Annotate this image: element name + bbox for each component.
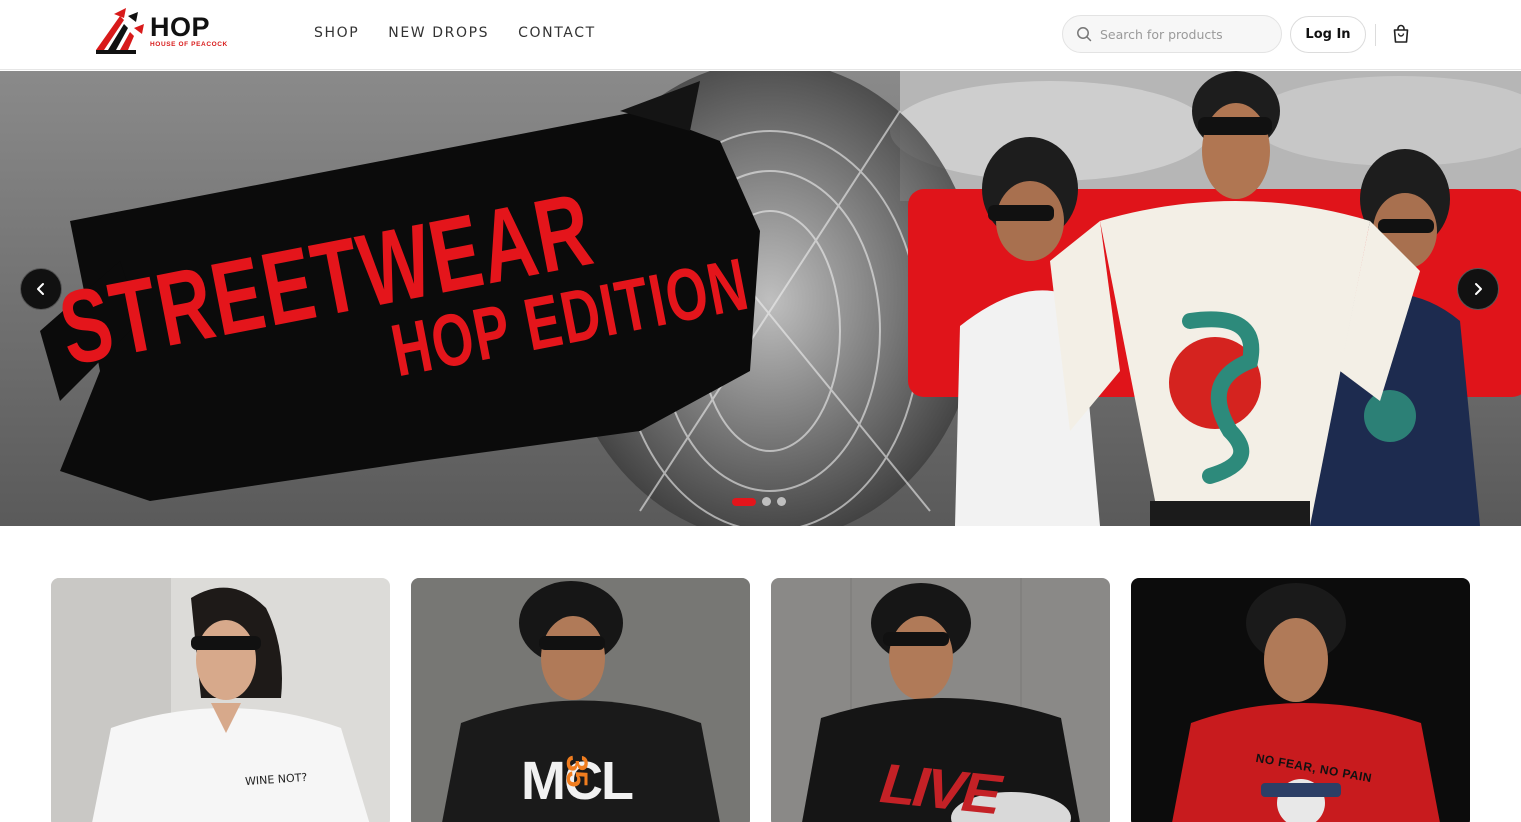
carousel-indicators: [732, 497, 786, 506]
product-grid: WINE NOT? MCL 35 LIVE NO FEAR, NO PAIN: [0, 526, 1521, 822]
product-image: [1131, 578, 1470, 822]
product-print-number: 35: [560, 755, 593, 787]
carousel-dot-2[interactable]: [762, 497, 771, 506]
search-icon: [1077, 27, 1092, 42]
brand-logo[interactable]: HOP HOUSE OF PEACOCK: [94, 6, 254, 56]
brand-tagline: HOUSE OF PEACOCK: [150, 41, 228, 48]
nav-shop[interactable]: SHOP: [314, 25, 359, 41]
carousel-dot-1[interactable]: [732, 497, 756, 506]
main-nav: SHOP NEW DROPS CONTACT: [314, 25, 596, 41]
search-box[interactable]: [1062, 15, 1282, 53]
chevron-left-icon: [37, 283, 44, 295]
peacock-logo-icon: [96, 8, 144, 54]
brand-name: HOP: [150, 12, 211, 42]
hero-banner-image: [0, 71, 1521, 526]
nav-contact[interactable]: CONTACT: [518, 25, 596, 41]
hero-carousel: STREETWEAR HOP EDITION: [0, 71, 1521, 526]
header-divider: [1375, 24, 1376, 46]
carousel-prev-button[interactable]: [20, 268, 62, 310]
carousel-next-button[interactable]: [1457, 268, 1499, 310]
carousel-dot-3[interactable]: [777, 497, 786, 506]
search-input[interactable]: [1100, 26, 1280, 42]
product-card[interactable]: LIVE: [771, 578, 1110, 822]
product-card[interactable]: WINE NOT?: [51, 578, 390, 822]
login-button[interactable]: Log In: [1290, 16, 1366, 53]
nav-new-drops[interactable]: NEW DROPS: [388, 25, 489, 41]
site-header: HOP HOUSE OF PEACOCK SHOP NEW DROPS CONT…: [0, 0, 1521, 70]
shopping-bag-icon[interactable]: [1391, 24, 1411, 44]
product-card[interactable]: NO FEAR, NO PAIN: [1131, 578, 1470, 822]
product-print-text: LIVE: [877, 751, 1002, 822]
chevron-right-icon: [1475, 283, 1482, 295]
product-card[interactable]: MCL 35: [411, 578, 750, 822]
product-image: [51, 578, 390, 822]
